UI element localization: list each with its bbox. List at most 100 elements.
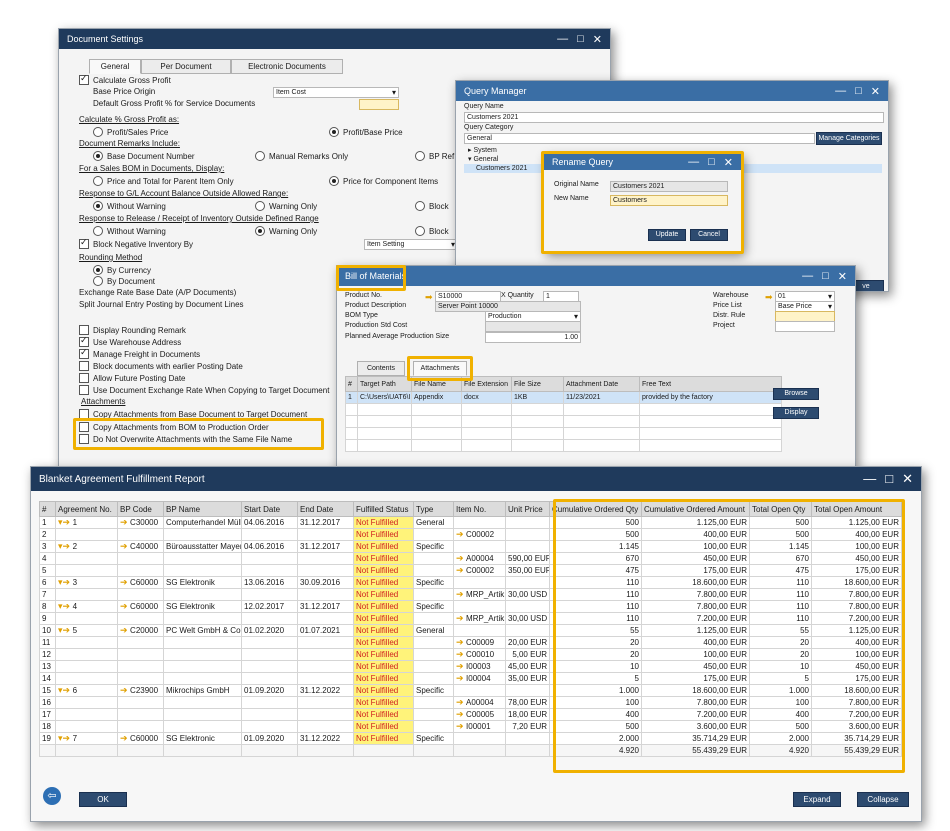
table-cell[interactable]: Not Fulfilled bbox=[353, 552, 414, 565]
table-cell[interactable]: 100,00 EUR bbox=[641, 648, 750, 661]
table-row[interactable]: 15 ▾➔ 6 ➔ C23900 Mikrochips GmbH 01.09.2020 3… bbox=[39, 684, 902, 697]
planned-avg-input[interactable]: 1.00 bbox=[485, 332, 581, 343]
table-cell[interactable] bbox=[413, 612, 454, 625]
table-cell[interactable]: SG Elektronic bbox=[163, 732, 242, 745]
minimize-icon[interactable]: — bbox=[863, 471, 876, 487]
link-arrow-icon[interactable]: ➔ bbox=[120, 686, 130, 696]
table-cell[interactable]: 7.200,00 EUR bbox=[811, 612, 902, 625]
calc-gross-profit-checkbox[interactable] bbox=[79, 73, 89, 85]
table-cell[interactable]: 55 bbox=[549, 624, 642, 637]
block-negative-select[interactable]: Item Setting bbox=[364, 239, 458, 250]
report-titlebar[interactable]: Blanket Agreement Fulfillment Report — □ ✕ bbox=[31, 467, 921, 491]
close-icon[interactable]: ✕ bbox=[838, 270, 847, 283]
table-cell[interactable]: 500 bbox=[549, 720, 642, 733]
table-cell[interactable] bbox=[241, 588, 298, 601]
table-cell[interactable]: 450,00 EUR bbox=[641, 660, 750, 673]
table-cell[interactable]: Computerhandel Mülle bbox=[163, 516, 242, 529]
radio-profit-base[interactable] bbox=[329, 127, 339, 137]
column-header[interactable]: Start Date bbox=[241, 501, 298, 517]
column-header[interactable]: File Size bbox=[511, 376, 564, 392]
table-cell[interactable]: 17 bbox=[39, 708, 56, 721]
table-cell[interactable] bbox=[297, 552, 354, 565]
table-cell[interactable]: 35.714,29 EUR bbox=[811, 732, 902, 745]
table-cell[interactable]: 5 bbox=[549, 672, 642, 685]
link-arrow-icon[interactable]: ➔ bbox=[120, 518, 130, 528]
table-cell[interactable]: ➔ C60000 bbox=[117, 732, 164, 745]
expand-arrow-icon[interactable]: ▾➔ bbox=[58, 518, 73, 528]
table-cell[interactable] bbox=[241, 612, 298, 625]
table-cell[interactable]: ▾➔ 2 bbox=[55, 540, 118, 553]
table-cell[interactable]: 20,00 EUR bbox=[505, 636, 550, 649]
table-cell[interactable]: 4 bbox=[39, 552, 56, 565]
table-cell[interactable]: 30,00 USD bbox=[505, 612, 550, 625]
table-row[interactable]: 1 C:\Users\UAT6\I Appendix docx 1KB 11/23/202… bbox=[345, 391, 782, 404]
allow-future-checkbox[interactable] bbox=[79, 373, 89, 383]
link-arrow-icon[interactable]: ➡ bbox=[765, 292, 773, 303]
table-cell[interactable]: 31.12.2022 bbox=[297, 732, 354, 745]
table-cell[interactable]: Appendix bbox=[411, 391, 462, 404]
table-cell[interactable]: ▾➔ 5 bbox=[55, 624, 118, 637]
column-header[interactable]: BP Code bbox=[117, 501, 164, 517]
table-cell[interactable] bbox=[505, 732, 550, 745]
table-cell[interactable] bbox=[163, 564, 242, 577]
table-cell[interactable]: Not Fulfilled bbox=[353, 720, 414, 733]
table-cell[interactable]: 110 bbox=[749, 576, 812, 589]
table-cell[interactable] bbox=[453, 732, 506, 745]
query-name-input[interactable]: Customers 2021 bbox=[464, 112, 884, 123]
table-cell[interactable]: Not Fulfilled bbox=[353, 696, 414, 709]
table-cell[interactable]: 400,00 EUR bbox=[811, 528, 902, 541]
table-row[interactable]: 1 ▾➔ 1 ➔ C30000 Computerhandel Mülle 04.06.2… bbox=[39, 516, 902, 529]
table-cell[interactable]: 175,00 EUR bbox=[641, 672, 750, 685]
table-cell[interactable]: Not Fulfilled bbox=[353, 528, 414, 541]
table-cell[interactable]: 5 bbox=[39, 564, 56, 577]
table-cell[interactable]: 450,00 EUR bbox=[811, 552, 902, 565]
table-cell[interactable] bbox=[241, 720, 298, 733]
default-gp-input[interactable] bbox=[359, 99, 399, 110]
table-cell[interactable]: Specific bbox=[413, 732, 454, 745]
table-cell[interactable]: ➔ A00004 bbox=[453, 696, 506, 709]
table-cell[interactable] bbox=[163, 672, 242, 685]
expand-button[interactable]: Expand bbox=[793, 792, 841, 807]
table-cell[interactable]: 475 bbox=[749, 564, 812, 577]
table-cell[interactable]: 1.125,00 EUR bbox=[641, 624, 750, 637]
table-cell[interactable] bbox=[117, 564, 164, 577]
table-cell[interactable] bbox=[453, 600, 506, 613]
table-cell[interactable] bbox=[505, 516, 550, 529]
table-cell[interactable]: Not Fulfilled bbox=[353, 624, 414, 637]
table-cell[interactable] bbox=[297, 648, 354, 661]
ok-button[interactable]: OK bbox=[79, 792, 127, 807]
table-row[interactable]: 18 Not Fulfilled ➔ I00001 7,20 EUR 500 3.600,… bbox=[39, 720, 902, 733]
table-cell[interactable]: 500 bbox=[549, 528, 642, 541]
expand-arrow-icon[interactable]: ▾➔ bbox=[58, 542, 73, 552]
table-cell[interactable]: 7.800,00 EUR bbox=[811, 588, 902, 601]
table-cell[interactable] bbox=[453, 516, 506, 529]
table-row[interactable]: 4 Not Fulfilled ➔ A00004 590,00 EUR 670 450,0… bbox=[39, 552, 902, 565]
table-cell[interactable]: Not Fulfilled bbox=[353, 648, 414, 661]
tree-item-system[interactable]: System bbox=[473, 147, 496, 154]
table-cell[interactable] bbox=[117, 588, 164, 601]
table-cell[interactable]: Not Fulfilled bbox=[353, 600, 414, 613]
table-cell[interactable]: 18,00 EUR bbox=[505, 708, 550, 721]
table-cell[interactable]: ➔ I00003 bbox=[453, 660, 506, 673]
copy-bom-checkbox[interactable] bbox=[79, 422, 89, 432]
table-cell[interactable]: ➔ C00002 bbox=[453, 528, 506, 541]
column-header[interactable]: End Date bbox=[297, 501, 354, 517]
table-cell[interactable] bbox=[117, 636, 164, 649]
column-header[interactable]: Fulfilled Status bbox=[353, 501, 414, 517]
link-arrow-icon[interactable]: ➔ bbox=[456, 710, 466, 720]
table-cell[interactable]: Büroausstatter Mayer bbox=[163, 540, 242, 553]
table-cell[interactable] bbox=[297, 636, 354, 649]
table-cell[interactable]: 35,00 EUR bbox=[505, 672, 550, 685]
table-cell[interactable]: 13 bbox=[39, 660, 56, 673]
link-arrow-icon[interactable]: ➔ bbox=[456, 674, 466, 684]
table-cell[interactable] bbox=[55, 672, 118, 685]
table-row[interactable]: 17 Not Fulfilled ➔ C00005 18,00 EUR 400 7.200… bbox=[39, 708, 902, 721]
table-cell[interactable]: Not Fulfilled bbox=[353, 684, 414, 697]
table-cell[interactable]: 110 bbox=[549, 600, 642, 613]
table-cell[interactable]: 7.800,00 EUR bbox=[641, 696, 750, 709]
table-cell[interactable]: 400 bbox=[549, 708, 642, 721]
column-header[interactable]: Total Open Amount bbox=[811, 501, 902, 517]
radio-parent-item[interactable] bbox=[93, 176, 103, 186]
link-arrow-icon[interactable]: ➔ bbox=[456, 554, 466, 564]
display-button[interactable]: Display bbox=[773, 407, 819, 419]
